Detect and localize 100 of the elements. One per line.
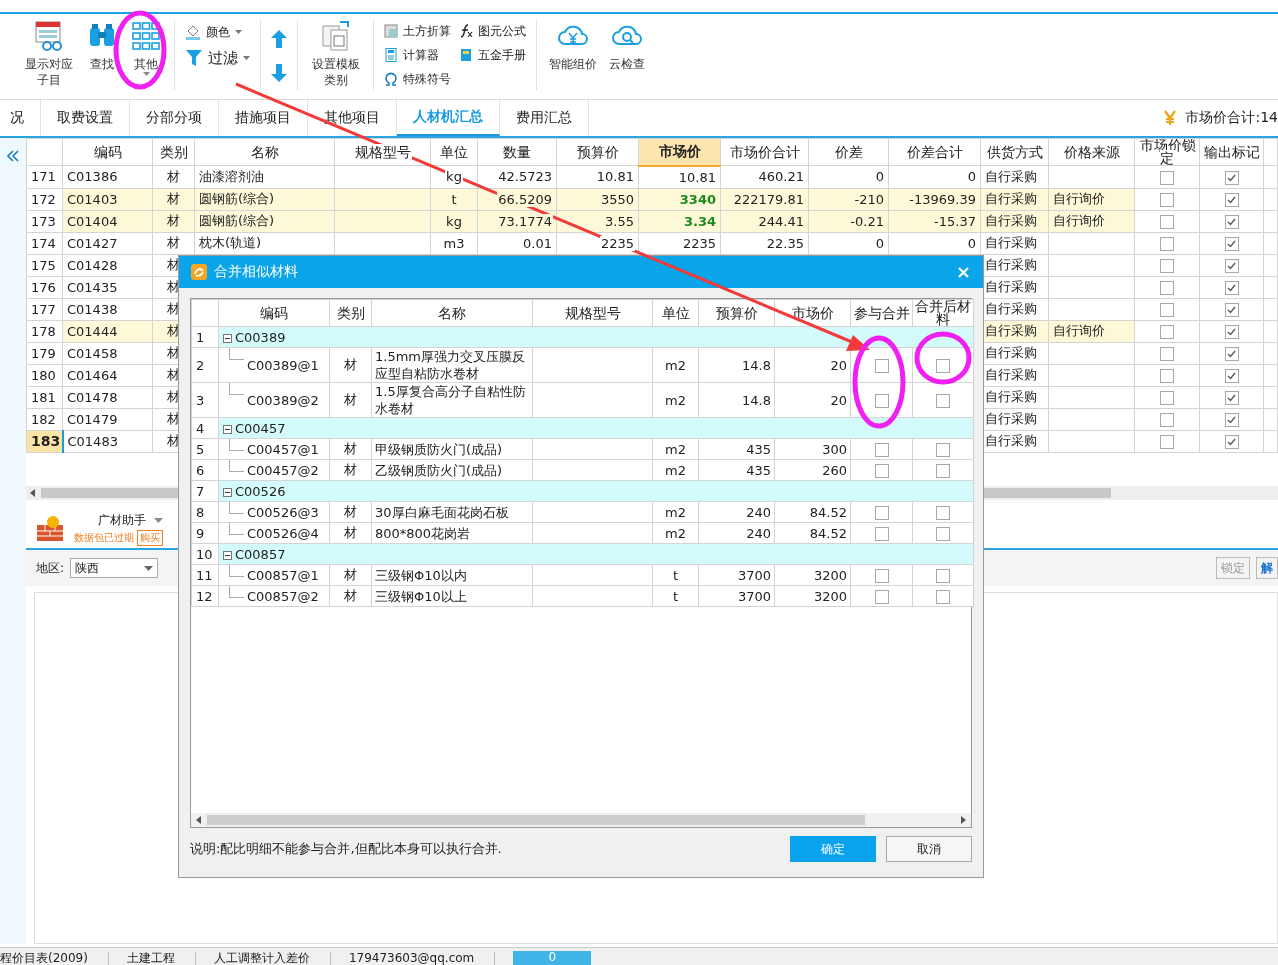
other-button[interactable]: 其他 — [128, 20, 165, 76]
checkbox[interactable] — [1160, 258, 1174, 273]
checkbox[interactable] — [936, 463, 950, 478]
checkbox[interactable] — [1160, 368, 1174, 383]
column-header[interactable]: 价差 — [808, 138, 889, 166]
column-header[interactable]: 市场价合计 — [720, 138, 809, 166]
column-header[interactable]: 编码 — [62, 138, 153, 166]
checkbox[interactable] — [936, 358, 950, 373]
hardware-manual-button[interactable]: 五金手册 — [458, 46, 526, 64]
checkbox[interactable] — [1224, 302, 1239, 317]
expand-toggle-icon[interactable] — [223, 333, 232, 343]
template-category-button[interactable]: 设置模板类别 — [308, 20, 363, 88]
checkbox[interactable] — [1224, 192, 1239, 207]
checkbox[interactable] — [936, 526, 950, 541]
scroll-right-icon[interactable] — [959, 816, 967, 824]
column-header[interactable]: 输出标记 — [1199, 138, 1264, 166]
column-header[interactable]: 规格型号 — [532, 299, 653, 327]
checkbox[interactable] — [1160, 324, 1174, 339]
column-header[interactable]: 规格型号 — [334, 138, 431, 166]
expand-toggle-icon[interactable] — [223, 487, 232, 497]
cloud-check-button[interactable]: 云检查 — [606, 20, 647, 72]
smart-pricing-button[interactable]: 智能组价 — [546, 20, 599, 72]
column-header[interactable]: 编码 — [218, 299, 330, 327]
region-dropdown[interactable]: 陕西 — [70, 558, 159, 578]
checkbox[interactable] — [874, 526, 889, 541]
expand-toggle-icon[interactable] — [223, 550, 232, 560]
checkbox[interactable] — [874, 463, 889, 478]
tab[interactable]: 况 — [0, 100, 41, 136]
scroll-left-icon[interactable] — [195, 816, 203, 824]
checkbox[interactable] — [874, 589, 889, 604]
checkbox[interactable] — [1224, 214, 1239, 229]
table-cell: 自行采购 — [984, 191, 1038, 206]
checkbox[interactable] — [1224, 324, 1239, 339]
special-symbols-button[interactable]: 特殊符号 — [383, 70, 451, 88]
column-header[interactable]: 单位 — [652, 299, 699, 327]
expand-toggle-icon[interactable] — [223, 424, 232, 434]
column-header[interactable]: 类别 — [152, 138, 195, 166]
column-header[interactable]: 预算价 — [698, 299, 775, 327]
scroll-left-icon[interactable] — [29, 489, 37, 497]
checkbox[interactable] — [1224, 412, 1239, 427]
checkbox[interactable] — [874, 505, 889, 520]
cancel-button[interactable]: 取消 — [886, 836, 972, 862]
column-header[interactable]: 市场价 — [638, 138, 721, 166]
find-button[interactable]: 查找 — [84, 20, 121, 72]
close-icon[interactable] — [958, 266, 969, 278]
checkbox[interactable] — [1224, 434, 1239, 449]
checkbox[interactable] — [874, 393, 889, 408]
checkbox[interactable] — [1160, 434, 1174, 449]
move-up-icon[interactable] — [271, 30, 288, 48]
calculator-icon — [383, 48, 398, 62]
checkbox[interactable] — [874, 358, 889, 373]
checkbox[interactable] — [874, 568, 889, 583]
scrollbar[interactable] — [191, 813, 971, 827]
checkbox[interactable] — [874, 442, 889, 457]
checkbox[interactable] — [936, 393, 950, 408]
tab[interactable]: 措施项目 — [219, 100, 308, 136]
checkbox[interactable] — [1160, 302, 1174, 317]
checkbox[interactable] — [1160, 346, 1174, 361]
lock-button[interactable]: 解 — [1256, 557, 1278, 579]
color-button[interactable]: 颜色 — [185, 22, 251, 42]
tab[interactable]: 分部分项 — [130, 100, 219, 136]
column-header[interactable]: 参与合并 — [850, 299, 913, 327]
table-cell: 自行采购 — [984, 235, 1038, 250]
checkbox[interactable] — [936, 589, 950, 604]
checkbox[interactable] — [1224, 390, 1239, 405]
checkbox[interactable] — [1224, 236, 1239, 251]
checkbox[interactable] — [1160, 390, 1174, 405]
checkbox[interactable] — [1160, 170, 1174, 185]
column-header[interactable]: 价差合计 — [888, 138, 981, 166]
column-header[interactable]: 数量 — [477, 138, 557, 166]
checkbox[interactable] — [936, 568, 950, 583]
column-header[interactable]: 单位 — [430, 138, 478, 166]
column-header[interactable]: 名称 — [194, 138, 335, 166]
helper-title[interactable]: 广材助手 — [98, 512, 146, 529]
column-header[interactable]: 名称 — [371, 299, 533, 327]
checkbox[interactable] — [1160, 412, 1174, 427]
checkbox[interactable] — [1160, 214, 1174, 229]
show-children-button[interactable]: 显示对应子目 — [22, 20, 77, 88]
filter-button[interactable]: 过滤 — [185, 48, 251, 68]
move-down-icon[interactable] — [271, 64, 288, 82]
tab[interactable]: 费用汇总 — [500, 100, 589, 136]
checkbox[interactable] — [1160, 192, 1174, 207]
tab[interactable]: 取费设置 — [41, 100, 130, 136]
checkbox[interactable] — [936, 505, 950, 520]
column-header[interactable]: 供货方式 — [980, 138, 1049, 166]
column-header[interactable]: 预算价 — [556, 138, 639, 166]
checkbox[interactable] — [1160, 236, 1174, 251]
calculator-button[interactable]: 计算器 — [383, 46, 451, 64]
earthwork-button[interactable]: 土方折算 — [383, 22, 451, 40]
checkbox[interactable] — [1224, 280, 1239, 295]
collapse-icon[interactable] — [7, 150, 19, 162]
formula-button[interactable]: 图元公式 — [458, 22, 526, 40]
checkbox[interactable] — [1160, 280, 1174, 295]
checkbox[interactable] — [1224, 346, 1239, 361]
checkbox[interactable] — [936, 442, 950, 457]
column-header[interactable]: 价格来源 — [1048, 138, 1135, 166]
checkbox[interactable] — [1224, 258, 1239, 273]
checkbox[interactable] — [1224, 170, 1239, 185]
checkbox[interactable] — [1224, 368, 1239, 383]
column-header[interactable]: 类别 — [329, 299, 372, 327]
